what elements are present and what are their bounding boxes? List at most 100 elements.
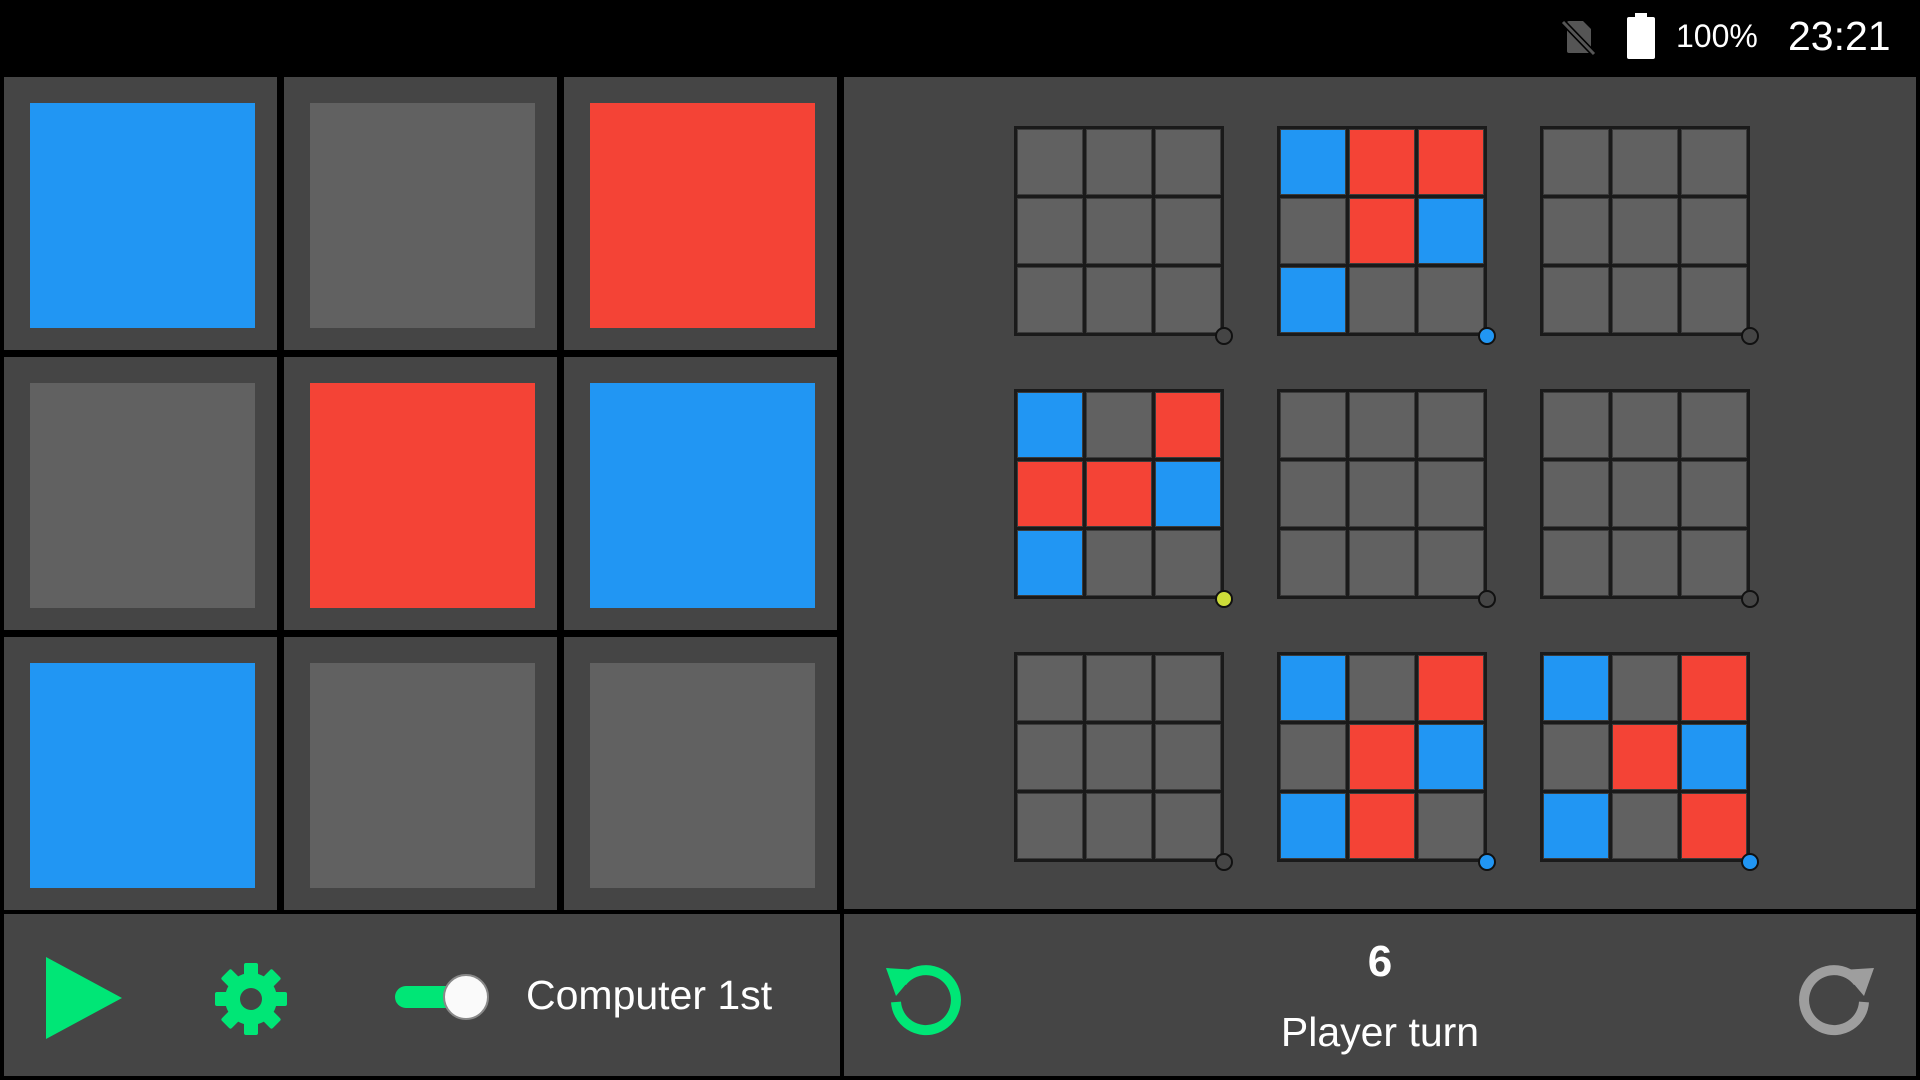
undo-button[interactable]: [884, 956, 964, 1036]
status-bar: 100% 23:21: [0, 0, 1920, 73]
mini-cell-empty: [1418, 461, 1484, 527]
mini-cell-empty: [1612, 129, 1678, 195]
history-board-3[interactable]: [1540, 126, 1759, 345]
history-board-9[interactable]: [1540, 652, 1759, 871]
mini-grid: [1017, 129, 1221, 333]
mini-grid: [1543, 129, 1747, 333]
cell-mark-red: [590, 103, 815, 328]
mini-cell-empty: [1681, 129, 1747, 195]
mini-cell-empty: [1280, 724, 1346, 790]
board-marker-dot-empty: [1741, 327, 1759, 345]
mini-cell-red: [1349, 198, 1415, 264]
mini-cell-blue: [1418, 198, 1484, 264]
mini-grid: [1017, 655, 1221, 859]
mini-cell-empty: [1086, 198, 1152, 264]
mini-cell-empty: [1086, 530, 1152, 596]
board-cell-3-3[interactable]: [564, 637, 837, 910]
mini-cell-blue: [1155, 461, 1221, 527]
mini-cell-empty: [1280, 461, 1346, 527]
board-cell-2-3[interactable]: [564, 357, 837, 630]
cell-mark-blue: [30, 103, 255, 328]
mini-cell-empty: [1017, 129, 1083, 195]
history-board-6[interactable]: [1540, 389, 1759, 608]
mini-cell-red: [1017, 461, 1083, 527]
mini-cell-empty: [1155, 129, 1221, 195]
history-board-4[interactable]: [1014, 389, 1233, 608]
mini-cell-empty: [1681, 267, 1747, 333]
redo-icon: [1799, 965, 1874, 1036]
mini-cell-empty: [1418, 267, 1484, 333]
mini-grid: [1280, 392, 1484, 596]
mini-cell-empty: [1155, 530, 1221, 596]
no-sim-icon: [1560, 19, 1597, 57]
mini-cell-empty: [1681, 392, 1747, 458]
redo-button[interactable]: [1796, 956, 1876, 1036]
mini-cell-red: [1349, 724, 1415, 790]
mini-cell-empty: [1017, 267, 1083, 333]
turn-status: Player turn: [1280, 1009, 1480, 1055]
board-marker-dot-empty: [1215, 327, 1233, 345]
board-cell-3-2[interactable]: [284, 637, 557, 910]
mini-cell-empty: [1280, 198, 1346, 264]
mini-cell-blue: [1017, 392, 1083, 458]
mini-cell-empty: [1086, 724, 1152, 790]
battery-full-icon: [1627, 13, 1655, 59]
board-cell-3-1[interactable]: [4, 637, 277, 910]
mini-cell-empty: [1418, 530, 1484, 596]
mini-cell-empty: [1418, 793, 1484, 859]
mini-cell-empty: [1155, 724, 1221, 790]
mini-cell-empty: [1086, 392, 1152, 458]
mini-cell-empty: [1681, 198, 1747, 264]
board-marker-dot-empty: [1478, 590, 1496, 608]
mini-cell-red: [1349, 129, 1415, 195]
settings-button[interactable]: [213, 961, 289, 1037]
history-board-7[interactable]: [1014, 652, 1233, 871]
mini-cell-red: [1418, 655, 1484, 721]
mini-cell-empty: [1017, 724, 1083, 790]
mini-cell-empty: [1017, 198, 1083, 264]
mini-cell-empty: [1612, 655, 1678, 721]
board-marker-dot-empty: [1215, 853, 1233, 871]
computer-first-toggle[interactable]: [395, 972, 491, 1022]
board-cell-1-1[interactable]: [4, 77, 277, 350]
mini-cell-empty: [1155, 198, 1221, 264]
history-board-2[interactable]: [1277, 126, 1496, 345]
mini-cell-blue: [1017, 530, 1083, 596]
computer-first-label: Computer 1st: [526, 972, 773, 1018]
board-cell-2-2[interactable]: [284, 357, 557, 630]
mini-cell-blue: [1280, 267, 1346, 333]
history-board-5[interactable]: [1277, 389, 1496, 608]
mini-cell-empty: [1543, 724, 1609, 790]
mini-cell-empty: [1543, 461, 1609, 527]
mini-cell-empty: [1612, 198, 1678, 264]
mini-cell-empty: [1612, 461, 1678, 527]
board-marker-dot-empty: [1741, 590, 1759, 608]
mini-cell-empty: [1280, 392, 1346, 458]
clock-time: 23:21: [1788, 13, 1891, 59]
cell-mark-empty: [30, 383, 255, 608]
play-icon: [46, 957, 122, 1039]
cell-mark-red: [310, 383, 535, 608]
board-cell-1-2[interactable]: [284, 77, 557, 350]
mini-cell-empty: [1612, 793, 1678, 859]
mini-grid: [1543, 655, 1747, 859]
cell-mark-blue: [30, 663, 255, 888]
mini-grid: [1280, 129, 1484, 333]
cell-mark-empty: [310, 103, 535, 328]
board-cell-2-1[interactable]: [4, 357, 277, 630]
mini-cell-empty: [1086, 655, 1152, 721]
history-panel: [844, 77, 1916, 909]
mini-cell-empty: [1155, 793, 1221, 859]
history-board-1[interactable]: [1014, 126, 1233, 345]
mini-cell-blue: [1280, 793, 1346, 859]
mini-cell-empty: [1086, 267, 1152, 333]
history-board-8[interactable]: [1277, 652, 1496, 871]
mini-cell-empty: [1612, 392, 1678, 458]
mini-cell-red: [1155, 392, 1221, 458]
mini-grid: [1017, 392, 1221, 596]
mini-cell-empty: [1017, 793, 1083, 859]
board-marker-dot-blue: [1478, 853, 1496, 871]
play-button[interactable]: [46, 957, 122, 1039]
mini-cell-empty: [1543, 530, 1609, 596]
board-cell-1-3[interactable]: [564, 77, 837, 350]
